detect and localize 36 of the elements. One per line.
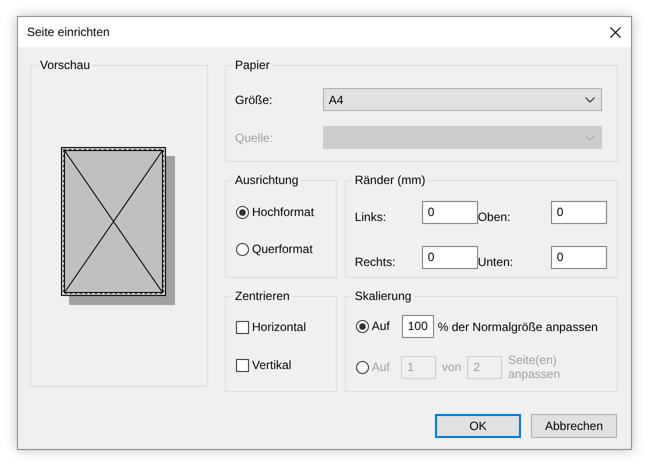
dialog-button[interactable]: OK — [435, 414, 521, 438]
input-field[interactable]: 0 — [550, 201, 607, 224]
group-title: Ränder (mm) — [352, 172, 428, 188]
option-text: Seite(en) anpassen — [507, 353, 562, 381]
option-label: Horizontal — [252, 320, 306, 335]
dialog-button[interactable]: Abbrechen — [531, 414, 617, 438]
input-field[interactable]: 100 — [402, 315, 434, 338]
option-text: % der Normalgröße anpassen — [436, 320, 599, 334]
field-label: Rechts: — [354, 254, 396, 268]
group-title: Papier — [233, 57, 272, 73]
input-field[interactable]: 0 — [422, 246, 478, 269]
option-label: Vertikal — [252, 358, 292, 373]
input-field[interactable]: 0 — [422, 201, 478, 224]
field-label: Quelle: — [235, 130, 274, 144]
radio-button[interactable] — [236, 206, 249, 219]
close-icon[interactable] — [610, 26, 621, 38]
field-label: Unten: — [478, 254, 514, 268]
radio-button[interactable] — [356, 320, 369, 333]
chevron-down-icon — [585, 96, 595, 102]
dropdown[interactable]: A4 — [322, 88, 602, 111]
checkbox[interactable] — [236, 321, 249, 334]
window-title: Seite einrichten — [27, 25, 110, 39]
field-label: Größe: — [235, 92, 274, 106]
group-title: Skalierung — [352, 288, 414, 304]
field-label: Oben: — [478, 210, 512, 224]
option-text: von — [440, 360, 462, 374]
checkbox[interactable] — [236, 359, 249, 372]
option-label: Hochformat — [252, 205, 314, 220]
option-label: Querformat — [252, 242, 313, 257]
option-label: Auf — [372, 319, 390, 334]
group-title: Ausrichtung — [233, 172, 300, 188]
chevron-down-icon — [585, 134, 595, 140]
radio-button[interactable] — [236, 243, 249, 256]
input-field[interactable]: 0 — [550, 246, 607, 269]
option-label: Auf — [372, 360, 390, 374]
field-label: Links: — [354, 210, 388, 224]
